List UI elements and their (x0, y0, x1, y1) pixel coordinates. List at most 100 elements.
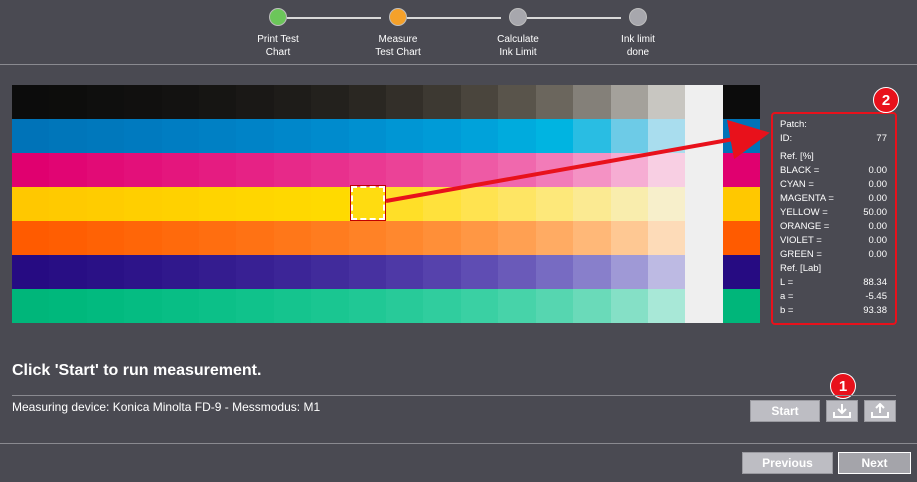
import-button[interactable] (826, 400, 858, 422)
chart-patch[interactable] (535, 187, 574, 221)
chart-patch[interactable] (12, 153, 50, 187)
chart-patch[interactable] (348, 255, 387, 289)
chart-patch[interactable] (685, 85, 723, 119)
chart-patch[interactable] (161, 119, 200, 153)
chart-patch[interactable] (124, 289, 162, 323)
chart-patch[interactable] (236, 221, 274, 255)
chart-patch[interactable] (86, 289, 125, 323)
chart-patch[interactable] (124, 85, 162, 119)
chart-patch[interactable] (12, 119, 50, 153)
chart-patch[interactable] (348, 85, 387, 119)
chart-patch[interactable] (386, 119, 424, 153)
chart-patch[interactable] (273, 221, 312, 255)
chart-patch[interactable] (386, 85, 424, 119)
chart-patch[interactable] (386, 187, 424, 221)
chart-patch[interactable] (348, 153, 387, 187)
chart-patch[interactable] (685, 119, 723, 153)
chart-patch[interactable] (423, 85, 461, 119)
chart-patch[interactable] (49, 221, 87, 255)
chart-patch[interactable] (86, 255, 125, 289)
chart-patch[interactable] (236, 187, 274, 221)
chart-patch[interactable] (423, 255, 461, 289)
chart-patch[interactable] (311, 85, 349, 119)
chart-patch[interactable] (685, 221, 723, 255)
chart-patch[interactable] (161, 289, 200, 323)
chart-patch[interactable] (12, 187, 50, 221)
chart-patch[interactable] (685, 187, 723, 221)
chart-patch[interactable] (610, 221, 648, 255)
chart-patch[interactable] (311, 119, 349, 153)
chart-patch[interactable] (460, 119, 499, 153)
chart-patch[interactable] (535, 289, 574, 323)
chart-patch[interactable] (49, 187, 87, 221)
chart-patch[interactable] (49, 255, 87, 289)
chart-patch[interactable] (647, 255, 686, 289)
chart-patch[interactable] (348, 289, 387, 323)
chart-patch[interactable] (49, 153, 87, 187)
chart-patch[interactable] (86, 187, 125, 221)
chart-patch[interactable] (311, 187, 349, 221)
next-button[interactable]: Next (838, 452, 911, 474)
chart-patch[interactable] (161, 187, 200, 221)
chart-patch[interactable] (49, 119, 87, 153)
chart-patch[interactable] (236, 119, 274, 153)
chart-patch[interactable] (386, 255, 424, 289)
chart-patch[interactable] (86, 153, 125, 187)
chart-patch[interactable] (573, 85, 611, 119)
chart-patch[interactable] (236, 85, 274, 119)
chart-patch[interactable] (236, 255, 274, 289)
chart-patch[interactable] (573, 187, 611, 221)
chart-patch[interactable] (199, 85, 237, 119)
chart-patch[interactable] (498, 221, 536, 255)
chart-patch[interactable] (199, 221, 237, 255)
chart-patch[interactable] (498, 119, 536, 153)
chart-patch[interactable] (535, 221, 574, 255)
chart-patch[interactable] (12, 289, 50, 323)
chart-patch[interactable] (722, 187, 761, 221)
chart-patch[interactable] (199, 187, 237, 221)
chart-patch[interactable] (311, 289, 349, 323)
chart-patch[interactable] (535, 153, 574, 187)
test-chart[interactable] (12, 85, 761, 323)
chart-patch[interactable] (124, 221, 162, 255)
chart-patch[interactable] (386, 289, 424, 323)
chart-patch[interactable] (610, 153, 648, 187)
chart-patch[interactable] (86, 221, 125, 255)
chart-patch[interactable] (161, 153, 200, 187)
previous-button[interactable]: Previous (742, 452, 833, 474)
chart-patch[interactable] (311, 221, 349, 255)
chart-patch[interactable] (610, 85, 648, 119)
chart-patch[interactable] (86, 119, 125, 153)
chart-patch[interactable] (423, 221, 461, 255)
chart-patch[interactable] (460, 255, 499, 289)
chart-patch[interactable] (610, 119, 648, 153)
chart-patch[interactable] (460, 221, 499, 255)
chart-patch[interactable] (647, 153, 686, 187)
chart-patch[interactable] (386, 221, 424, 255)
chart-patch[interactable] (124, 119, 162, 153)
chart-patch[interactable] (685, 289, 723, 323)
chart-patch[interactable] (573, 255, 611, 289)
start-button[interactable]: Start (750, 400, 820, 422)
chart-patch[interactable] (236, 289, 274, 323)
chart-patch[interactable] (273, 187, 312, 221)
chart-patch[interactable] (722, 85, 761, 119)
chart-patch[interactable] (348, 119, 387, 153)
chart-patch[interactable] (647, 85, 686, 119)
chart-patch[interactable] (460, 153, 499, 187)
chart-patch[interactable] (348, 221, 387, 255)
chart-patch[interactable] (460, 289, 499, 323)
chart-patch[interactable] (12, 221, 50, 255)
chart-patch[interactable] (161, 85, 200, 119)
chart-patch[interactable] (311, 255, 349, 289)
chart-patch[interactable] (199, 289, 237, 323)
chart-patch[interactable] (273, 255, 312, 289)
chart-patch[interactable] (199, 119, 237, 153)
chart-patch[interactable] (610, 187, 648, 221)
chart-patch[interactable] (647, 221, 686, 255)
chart-patch[interactable] (161, 255, 200, 289)
chart-patch[interactable] (199, 255, 237, 289)
chart-patch[interactable] (722, 153, 761, 187)
chart-patch[interactable] (535, 255, 574, 289)
chart-patch[interactable] (460, 187, 499, 221)
